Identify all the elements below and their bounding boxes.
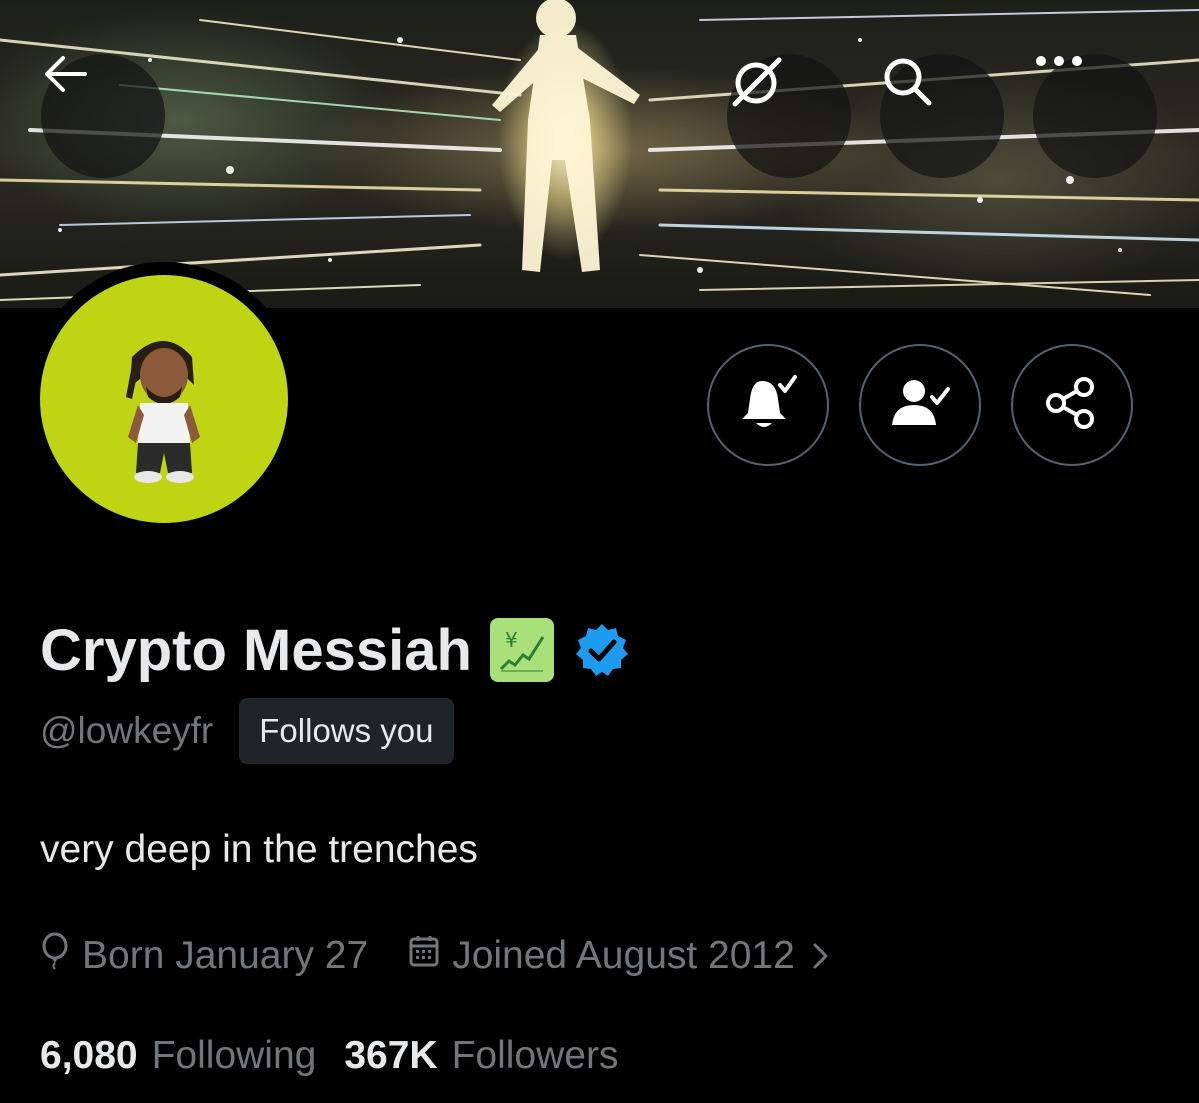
back-button[interactable] bbox=[41, 54, 165, 178]
profile-meta: Born January 27 Joined August 2012 bbox=[40, 926, 843, 986]
birthday-text: Born January 27 bbox=[82, 934, 369, 977]
search-button[interactable] bbox=[880, 54, 1004, 178]
profile-banner[interactable] bbox=[0, 0, 1199, 308]
notifications-button[interactable] bbox=[707, 344, 829, 466]
display-name: Crypto Messiah bbox=[40, 617, 472, 683]
notifications-on-icon bbox=[736, 373, 800, 438]
birthday-info: Born January 27 bbox=[40, 932, 368, 980]
share-icon bbox=[1044, 375, 1100, 436]
bio-text: very deep in the trenches bbox=[40, 828, 478, 871]
user-handle: @lowkeyfr bbox=[40, 710, 214, 751]
following-check-icon bbox=[888, 377, 952, 434]
calendar-icon bbox=[408, 934, 452, 978]
following-label: Following bbox=[151, 1034, 317, 1077]
following-button[interactable] bbox=[859, 344, 981, 466]
chevron-right-icon bbox=[811, 941, 843, 971]
follows-you-badge: Follows you bbox=[239, 698, 454, 764]
banner-artwork bbox=[0, 0, 1199, 301]
svg-text:¥: ¥ bbox=[505, 628, 518, 652]
followers-label: Followers bbox=[451, 1034, 619, 1077]
joined-info[interactable]: Joined August 2012 bbox=[408, 934, 843, 978]
verified-badge-icon[interactable] bbox=[574, 622, 630, 678]
avatar-character-image bbox=[126, 341, 200, 483]
joined-text: Joined August 2012 bbox=[452, 934, 795, 977]
more-options-button[interactable] bbox=[1033, 54, 1157, 178]
following-stat[interactable]: 6,080 Following bbox=[40, 1034, 316, 1078]
followers-count: 367K bbox=[344, 1034, 438, 1077]
grok-button[interactable] bbox=[727, 54, 851, 178]
share-button[interactable] bbox=[1011, 344, 1133, 466]
avatar[interactable] bbox=[40, 275, 288, 523]
balloon-icon bbox=[40, 932, 82, 980]
following-count: 6,080 bbox=[40, 1034, 138, 1077]
chart-increasing-yen-icon: ¥ bbox=[489, 618, 554, 682]
name-row: Crypto Messiah ¥ bbox=[40, 610, 630, 690]
handle-row: @lowkeyfr Follows you bbox=[40, 698, 454, 764]
follow-stats: 6,080 Following 367K Followers bbox=[40, 1028, 618, 1084]
followers-stat[interactable]: 367K Followers bbox=[344, 1034, 618, 1078]
